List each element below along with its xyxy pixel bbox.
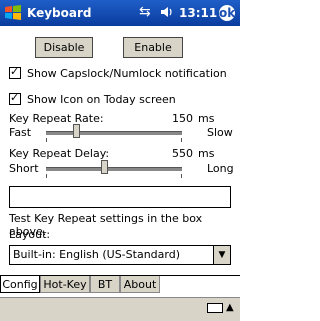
today-icon-checkbox-row[interactable]: Show Icon on Today screen: [9, 91, 176, 106]
repeat-delay-track[interactable]: [46, 167, 182, 171]
repeat-delay-min-label: Short: [9, 162, 39, 175]
bottom-menu-bar: ▲: [0, 297, 240, 321]
repeat-rate-label: Key Repeat Rate:: [9, 112, 104, 125]
keyboard-icon[interactable]: [207, 303, 223, 313]
tab-bt[interactable]: BT: [90, 276, 120, 293]
capslock-notification-label: Show Capslock/Numlock notification: [27, 66, 227, 80]
today-icon-checkbox[interactable]: [9, 91, 21, 105]
repeat-delay-tick: [181, 174, 182, 178]
repeat-rate-max-label: Slow: [207, 126, 233, 139]
enable-button[interactable]: Enable: [123, 37, 183, 58]
repeat-rate-tick: [46, 138, 47, 142]
dropdown-arrow-icon[interactable]: ▼: [213, 246, 230, 264]
layout-select[interactable]: Built-in: English (US-Standard) ▼: [9, 245, 231, 265]
tab-bar: Config Hot-Key BT About: [0, 275, 240, 294]
repeat-rate-unit: ms: [198, 112, 215, 125]
repeat-delay-max-label: Long: [207, 162, 234, 175]
clock[interactable]: 13:11: [179, 6, 217, 20]
repeat-delay-thumb[interactable]: [101, 160, 108, 174]
repeat-delay-value: 550: [172, 147, 193, 160]
today-icon-label: Show Icon on Today screen: [27, 92, 176, 106]
tab-about[interactable]: About: [120, 276, 160, 293]
repeat-rate-min-label: Fast: [9, 126, 32, 139]
layout-label: Layout:: [9, 228, 51, 241]
input-menu-arrow-icon[interactable]: ▲: [226, 302, 234, 313]
repeat-rate-tick: [181, 138, 182, 142]
windows-start-icon[interactable]: [3, 3, 23, 23]
volume-icon[interactable]: [160, 5, 174, 19]
repeat-delay-unit: ms: [198, 147, 215, 160]
window-title: Keyboard: [27, 6, 92, 20]
layout-selected-value: Built-in: English (US-Standard): [13, 248, 180, 261]
ok-button[interactable]: ok: [219, 5, 235, 21]
tab-hot-key[interactable]: Hot-Key: [40, 276, 90, 293]
tab-config[interactable]: Config: [0, 276, 40, 293]
disable-button[interactable]: Disable: [35, 37, 93, 58]
title-bar: Keyboard ⇆ 13:11 ok: [0, 0, 240, 26]
repeat-rate-track[interactable]: [46, 131, 182, 135]
repeat-rate-thumb[interactable]: [73, 124, 80, 138]
repeat-delay-label: Key Repeat Delay:: [9, 147, 110, 160]
key-repeat-test-input[interactable]: [9, 186, 231, 208]
capslock-notification-checkbox-row[interactable]: Show Capslock/Numlock notification: [9, 65, 227, 80]
repeat-delay-tick: [46, 174, 47, 178]
repeat-rate-value: 150: [172, 112, 193, 125]
connectivity-icon[interactable]: ⇆: [139, 5, 151, 19]
capslock-notification-checkbox[interactable]: [9, 65, 21, 79]
